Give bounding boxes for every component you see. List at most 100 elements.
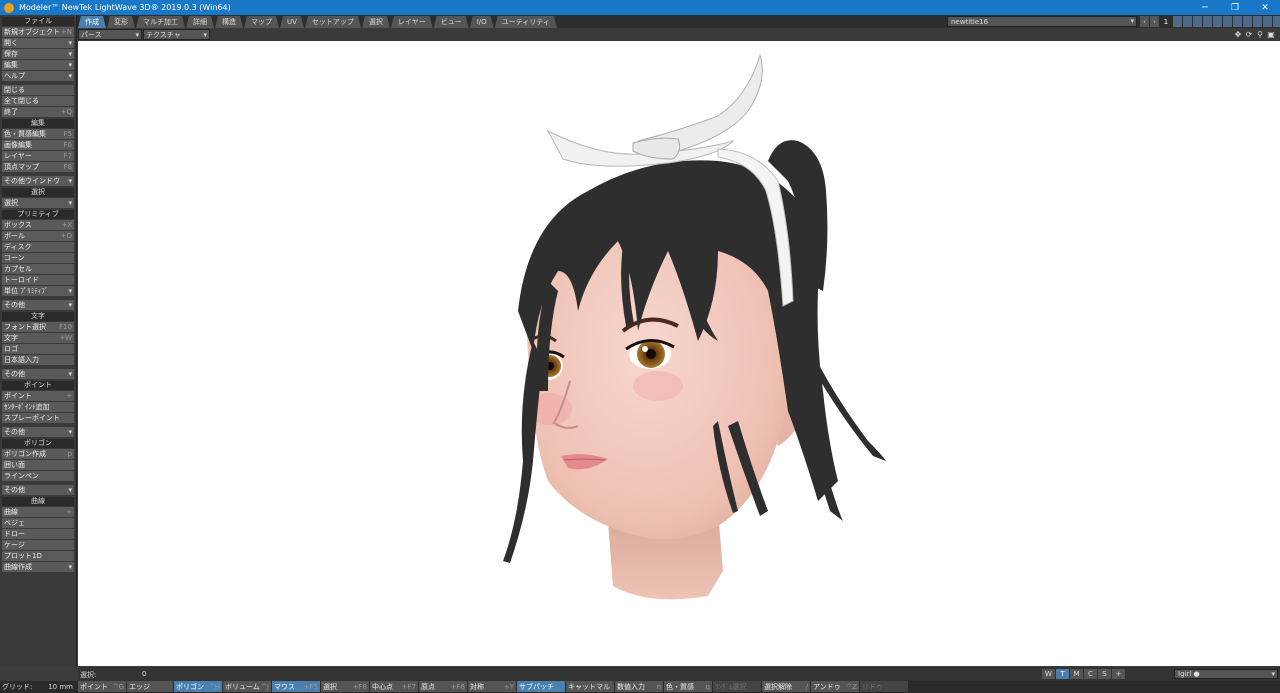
status-button-13[interactable]: ﾗﾝﾀﾞﾑ選択: [713, 681, 761, 692]
sidebar-button[interactable]: 全て閉じる: [2, 96, 74, 106]
sidebar-button[interactable]: ラインペン: [2, 471, 74, 481]
tab-9[interactable]: レイヤー: [391, 16, 433, 28]
sidebar-button[interactable]: ヘルプ ▾: [2, 71, 74, 81]
sidebar-button[interactable]: その他 ▾: [2, 485, 74, 495]
sidebar-button[interactable]: その他 ▾: [2, 369, 74, 379]
object-scene-select[interactable]: newtitle16 ▾: [947, 16, 1137, 27]
restore-button[interactable]: ❐: [1220, 0, 1250, 15]
layer-slot[interactable]: [1253, 16, 1262, 27]
sidebar-button[interactable]: その他ウインドウ ▾: [2, 176, 74, 186]
sidebar-button[interactable]: 保存 ▾: [2, 49, 74, 59]
sidebar-button[interactable]: フォント選択 F10: [2, 322, 74, 332]
sidebar-button[interactable]: 曲線 +: [2, 507, 74, 517]
view-toggle-3[interactable]: C: [1084, 669, 1097, 679]
sidebar-button[interactable]: 日本語入力: [2, 355, 74, 365]
status-button-8[interactable]: 対称 +Y: [468, 681, 516, 692]
tab-10[interactable]: ビュー: [434, 16, 469, 28]
sidebar-button[interactable]: スプレーポイント: [2, 413, 74, 423]
sidebar-button[interactable]: ロゴ: [2, 344, 74, 354]
layer-slot[interactable]: [1233, 16, 1242, 27]
projection-select[interactable]: パース ▾: [78, 29, 142, 40]
tab-8[interactable]: 選択: [362, 16, 390, 28]
layer-slot[interactable]: [1183, 16, 1192, 27]
view-toggle-5[interactable]: +: [1112, 669, 1125, 679]
sidebar-button[interactable]: ボックス +X: [2, 220, 74, 230]
sidebar-button[interactable]: 囲い面: [2, 460, 74, 470]
sidebar-button[interactable]: 開く ▾: [2, 38, 74, 48]
sidebar-button[interactable]: ドロー: [2, 529, 74, 539]
maximize-viewport-icon[interactable]: ▣: [1266, 29, 1276, 39]
sidebar-button[interactable]: ディスク: [2, 242, 74, 252]
sidebar-button[interactable]: トーロイド: [2, 275, 74, 285]
view-toggle-0[interactable]: W: [1042, 669, 1055, 679]
status-button-10[interactable]: キャットマル: [566, 681, 614, 692]
rotate-view-icon[interactable]: ⟳: [1244, 29, 1254, 39]
status-button-1[interactable]: エッジ: [127, 681, 173, 692]
tab-7[interactable]: セットアップ: [305, 16, 361, 28]
status-button-16[interactable]: リドゥ: [860, 681, 908, 692]
sidebar-button[interactable]: 新規オブジェクト +N: [2, 27, 74, 37]
layer-slot[interactable]: [1243, 16, 1252, 27]
sidebar-button[interactable]: レイヤー F7: [2, 151, 74, 161]
render-mode-select[interactable]: テクスチャ ▾: [143, 29, 210, 40]
sidebar-button[interactable]: 終了 +Q: [2, 107, 74, 117]
sidebar-button[interactable]: 文字 +W: [2, 333, 74, 343]
sidebar-button[interactable]: ボール +O: [2, 231, 74, 241]
sidebar-button[interactable]: 色・質感編集 F5: [2, 129, 74, 139]
layer-slot[interactable]: [1173, 16, 1182, 27]
view-toggle-1[interactable]: T: [1056, 669, 1069, 679]
tab-1[interactable]: 変形: [107, 16, 135, 28]
close-button[interactable]: ✕: [1250, 0, 1280, 15]
tab-3[interactable]: 詳細: [186, 16, 214, 28]
sidebar-button[interactable]: ポイント +: [2, 391, 74, 401]
status-button-5[interactable]: 選択 +F8: [321, 681, 369, 692]
layer-slot[interactable]: [1203, 16, 1212, 27]
status-button-3[interactable]: ボリューム ^J: [223, 681, 271, 692]
tab-6[interactable]: UV: [280, 16, 304, 28]
sidebar-button[interactable]: その他 ▾: [2, 427, 74, 437]
sidebar-button[interactable]: 閉じる: [2, 85, 74, 95]
tab-5[interactable]: マップ: [244, 16, 279, 28]
sidebar-button[interactable]: ｾﾝﾀｰﾎﾟｲﾝﾄ追加: [2, 402, 74, 412]
status-button-14[interactable]: 選択解除 /: [762, 681, 810, 692]
status-button-6[interactable]: 中心点 +F7: [370, 681, 418, 692]
status-button-11[interactable]: 数値入力 n: [615, 681, 663, 692]
zoom-icon[interactable]: ⚲: [1255, 29, 1265, 39]
3d-viewport[interactable]: [78, 41, 1280, 666]
minimize-button[interactable]: ─: [1190, 0, 1220, 15]
move-view-icon[interactable]: ✥: [1233, 29, 1243, 39]
sidebar-button[interactable]: ポリゴン作成 p: [2, 449, 74, 459]
layer-slot[interactable]: [1213, 16, 1222, 27]
sidebar-button[interactable]: プロット1D: [2, 551, 74, 561]
sidebar-button[interactable]: 選択 ▾: [2, 198, 74, 208]
sidebar-button[interactable]: ベジェ: [2, 518, 74, 528]
view-toggle-2[interactable]: M: [1070, 669, 1083, 679]
status-button-12[interactable]: 色・質感 q: [664, 681, 712, 692]
layer-next-button[interactable]: ›: [1150, 16, 1159, 27]
sidebar-button[interactable]: ケージ: [2, 540, 74, 550]
sidebar-button[interactable]: コーン: [2, 253, 74, 263]
sidebar-button[interactable]: カプセル: [2, 264, 74, 274]
status-button-7[interactable]: 原点 +F6: [419, 681, 467, 692]
sidebar-button[interactable]: 編集 ▾: [2, 60, 74, 70]
object-select[interactable]: Igirl ● ▾: [1174, 669, 1278, 679]
tab-2[interactable]: マルチ加工: [136, 16, 185, 28]
sidebar-button[interactable]: 単位 ﾌﾟﾘﾐﾃｨﾌﾞ ▾: [2, 286, 74, 296]
status-button-2[interactable]: ポリゴン ^H: [174, 681, 222, 692]
layer-slot[interactable]: [1223, 16, 1232, 27]
status-button-9[interactable]: サブパッチ: [517, 681, 565, 692]
layer-prev-button[interactable]: ‹: [1140, 16, 1149, 27]
sidebar-button[interactable]: その他 ▾: [2, 300, 74, 310]
layer-slot[interactable]: [1193, 16, 1202, 27]
tab-11[interactable]: I/O: [470, 16, 494, 28]
view-toggle-4[interactable]: S: [1098, 669, 1111, 679]
sidebar-button[interactable]: 頂点マップ F8: [2, 162, 74, 172]
status-button-15[interactable]: アンドゥ ^Z: [811, 681, 859, 692]
sidebar-button[interactable]: 曲線作成 ▾: [2, 562, 74, 572]
tab-12[interactable]: ユーティリティ: [495, 16, 557, 28]
tab-4[interactable]: 構造: [215, 16, 243, 28]
layer-slot[interactable]: [1263, 16, 1272, 27]
tab-0[interactable]: 作成: [78, 16, 106, 28]
layer-slot[interactable]: [1273, 16, 1280, 27]
status-button-0[interactable]: ポイント ^G: [78, 681, 126, 692]
